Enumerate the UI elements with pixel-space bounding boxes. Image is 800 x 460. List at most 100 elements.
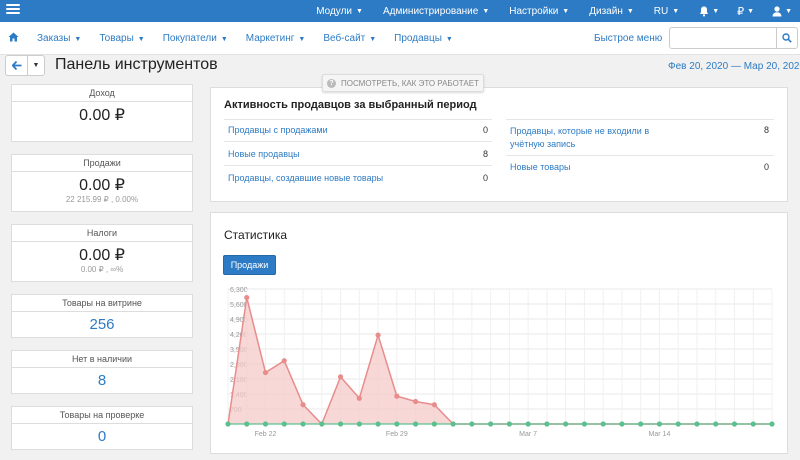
nav-label: Веб-сайт <box>323 33 366 44</box>
baseline-point <box>694 421 700 427</box>
nav-products[interactable]: Товары ▼ <box>99 33 144 44</box>
activity-link-new-products[interactable]: Новые товары <box>510 162 570 172</box>
sales-point <box>300 402 306 408</box>
stat-value[interactable]: 8 <box>12 372 192 389</box>
quick-menu-link[interactable]: Быстрое меню <box>594 33 662 44</box>
baseline-point <box>563 421 569 427</box>
baseline-point <box>656 421 663 427</box>
notifications-button[interactable]: ▼ <box>699 6 719 17</box>
x-tick-label: Mar 7 <box>519 431 537 438</box>
how-it-works-label: ПОСМОТРЕТЬ, КАК ЭТО РАБОТАЕТ <box>341 78 479 88</box>
sales-point <box>356 395 362 401</box>
top-menu-settings[interactable]: Настройки ▼ <box>509 6 569 17</box>
activity-value: 8 <box>763 125 769 135</box>
stat-showcase[interactable]: Товары на витрине 256 <box>11 294 193 338</box>
top-menu-label: Модули <box>316 5 353 17</box>
stat-value: 0.00 ₽ <box>79 107 125 124</box>
activity-link-vendors-new-products[interactable]: Продавцы, создавшие новые товары <box>228 173 383 183</box>
sales-point <box>412 398 419 405</box>
search-input[interactable] <box>669 27 777 49</box>
bell-icon <box>700 6 709 16</box>
nav-marketing[interactable]: Маркетинг ▼ <box>246 33 306 44</box>
user-menu-button[interactable]: ▼ <box>772 5 792 17</box>
home-icon[interactable] <box>8 32 19 45</box>
sales-tab-button[interactable]: Продажи <box>223 255 276 275</box>
date-range-picker[interactable]: Фев 20, 2020 — Мар 20, 2020 ▼ <box>668 61 800 72</box>
activity-value: 8 <box>482 149 488 159</box>
caret-down-icon: ▼ <box>747 7 755 15</box>
date-range-label: Фев 20, 2020 — Мар 20, 2020 <box>668 61 800 72</box>
baseline-point <box>675 421 681 427</box>
stat-value[interactable]: 256 <box>12 316 192 333</box>
back-button[interactable] <box>6 56 28 75</box>
nav-website[interactable]: Веб-сайт ▼ <box>323 33 376 44</box>
caret-down-icon: ▼ <box>672 7 680 15</box>
question-icon: ? <box>327 78 336 88</box>
caret-down-icon: ▼ <box>562 7 570 15</box>
baseline-point <box>525 421 531 427</box>
caret-down-icon: ▼ <box>369 36 377 43</box>
baseline-point <box>713 421 719 427</box>
top-bar: Модули ▼ Администрирование ▼ Настройки ▼ Ди… <box>0 0 800 22</box>
baseline-point <box>750 421 756 427</box>
top-menu-language[interactable]: RU ▼ <box>654 6 679 17</box>
sales-point <box>394 393 400 399</box>
menu-toggle-icon[interactable] <box>6 4 20 16</box>
top-menu-label: RU <box>653 5 669 17</box>
main-nav: Заказы ▼ Товары ▼ Покупатели ▼ Маркетинг ▼ В… <box>0 22 800 55</box>
baseline-point <box>300 421 306 427</box>
how-it-works-button[interactable]: ? ПОСМОТРЕТЬ, КАК ЭТО РАБОТАЕТ <box>322 74 484 92</box>
baseline-point <box>412 421 419 427</box>
caret-down-icon: ▼ <box>298 36 306 43</box>
stat-title: Доход <box>12 85 192 102</box>
sales-chart: 7001,4002,1002,8003,5004,2004,9005,6006,… <box>225 287 775 438</box>
stat-value[interactable]: 0 <box>12 428 192 445</box>
baseline-point <box>450 421 456 427</box>
caret-down-icon: ▼ <box>626 7 634 15</box>
back-dropdown-button[interactable]: ▼ <box>28 56 44 75</box>
stat-title: Товары на проверке <box>12 407 192 424</box>
nav-vendors[interactable]: Продавцы ▼ <box>394 33 453 44</box>
baseline-point <box>356 421 362 427</box>
nav-orders[interactable]: Заказы ▼ <box>37 33 81 44</box>
stat-title: Налоги <box>12 225 192 242</box>
top-menu-label: Дизайн <box>589 5 623 17</box>
baseline-point <box>375 421 381 427</box>
top-menu-design[interactable]: Дизайн ▼ <box>589 6 634 17</box>
divider <box>224 141 492 142</box>
sales-point <box>244 294 250 301</box>
top-menu-administration[interactable]: Администрирование ▼ <box>383 6 489 17</box>
currency-label: ₽ <box>737 5 745 18</box>
activity-value: 0 <box>763 162 769 172</box>
activity-value: 0 <box>482 173 488 183</box>
activity-link-vendors-with-sales[interactable]: Продавцы с продажами <box>228 125 328 135</box>
sales-area <box>228 297 772 424</box>
baseline-point <box>731 421 738 427</box>
x-tick-label: Mar 14 <box>649 431 671 438</box>
activity-link-vendors-not-logged-in[interactable]: Продавцы, которые не входили в учётную з… <box>510 125 670 151</box>
activity-link-new-vendors[interactable]: Новые продавцы <box>228 149 300 159</box>
currency-button[interactable]: ₽ ▼ <box>737 5 754 18</box>
search-button[interactable] <box>776 27 798 49</box>
nav-label: Продавцы <box>394 33 442 44</box>
sales-line <box>227 297 772 426</box>
arrow-left-icon <box>11 61 21 70</box>
stat-value: 0.00 ₽ <box>79 177 125 194</box>
stat-subtitle: 0.00 ₽ , ∞% <box>80 265 124 274</box>
baseline-point <box>319 421 325 427</box>
divider <box>224 119 492 120</box>
nav-label: Маркетинг <box>245 33 295 44</box>
activity-value: 0 <box>482 125 488 135</box>
stat-on-review[interactable]: Товары на проверке 0 <box>11 406 193 450</box>
page-title: Панель инструментов <box>55 56 218 73</box>
back-button-group: ▼ <box>5 55 45 76</box>
stat-out-of-stock[interactable]: Нет в наличии 8 <box>11 350 193 394</box>
top-menu-modules[interactable]: Модули ▼ <box>316 6 363 17</box>
caret-down-icon: ▼ <box>137 36 145 43</box>
stat-subtitle: 22 215.99 ₽ , 0.00% <box>65 195 139 204</box>
nav-customers[interactable]: Покупатели ▼ <box>163 33 228 44</box>
baseline-point <box>469 421 475 427</box>
stat-title: Товары на витрине <box>12 295 192 312</box>
divider <box>224 165 492 166</box>
sales-point <box>281 358 287 364</box>
